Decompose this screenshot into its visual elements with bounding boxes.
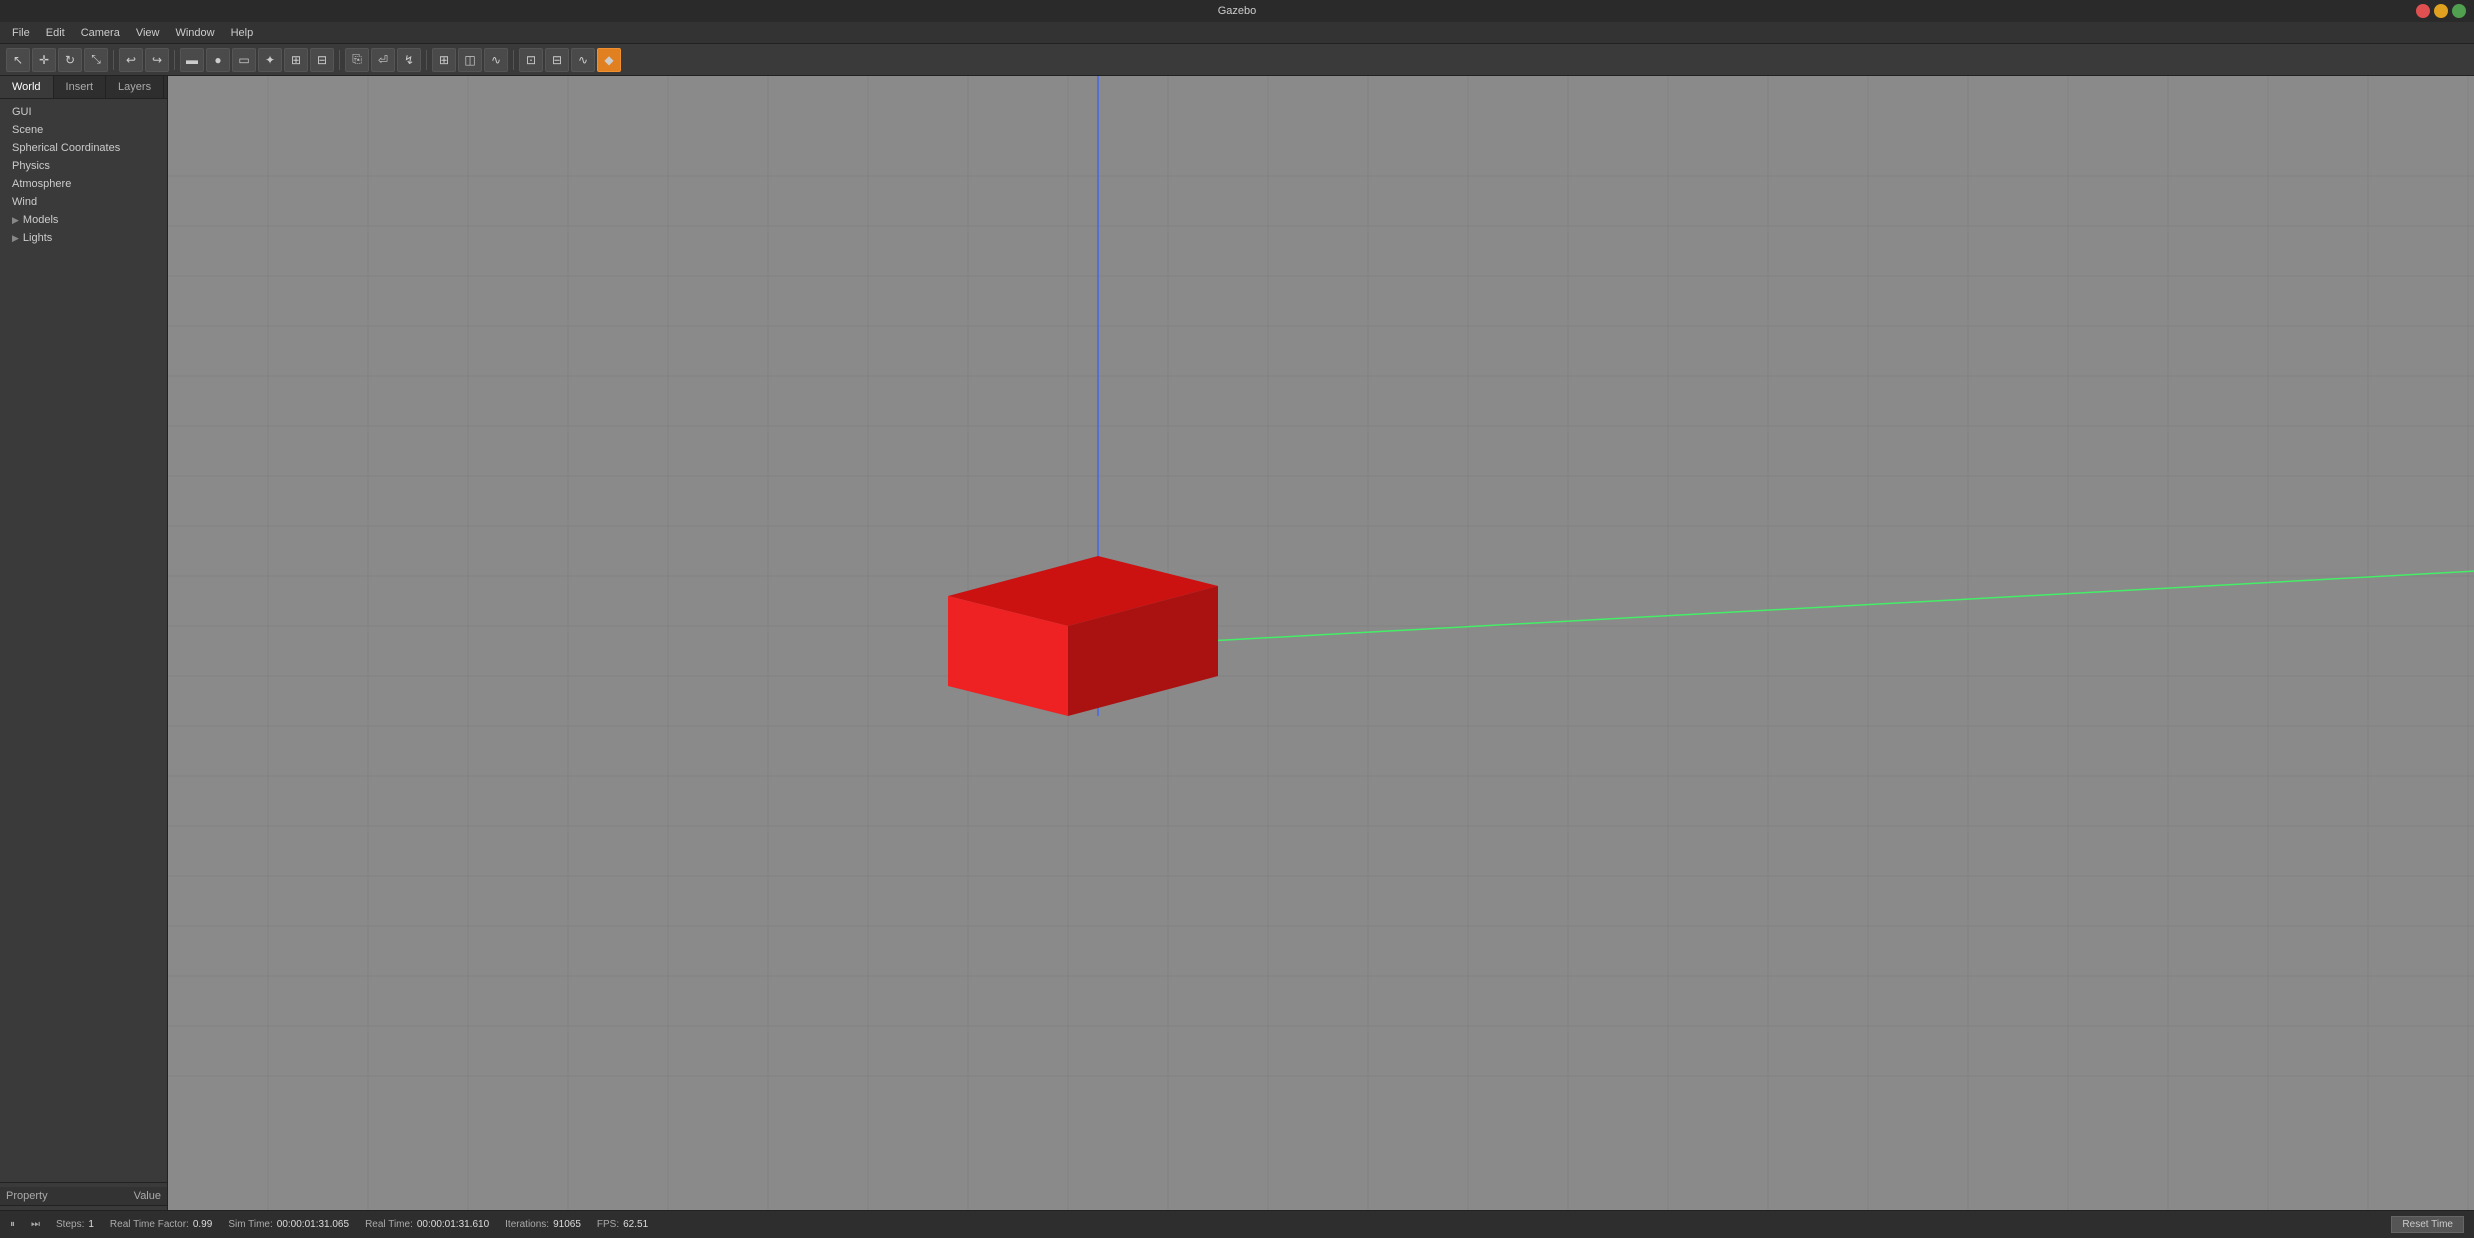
world-tree: GUI Scene Spherical Coordinates Physics … [0, 99, 167, 1182]
close-button[interactable] [2416, 4, 2430, 18]
gui-label: GUI [12, 106, 32, 118]
tree-item-scene[interactable]: Scene [0, 121, 167, 139]
fps-value: 62.51 [623, 1219, 648, 1230]
tree-item-models[interactable]: ▶ Models [0, 211, 167, 229]
models-arrow: ▶ [12, 215, 19, 226]
reset-time-button[interactable]: Reset Time [2391, 1216, 2464, 1233]
tab-insert[interactable]: Insert [54, 76, 107, 98]
sim-time-value: 00:00:01:31.065 [277, 1219, 349, 1230]
app-title: Gazebo [1218, 5, 1257, 17]
extra1-button[interactable]: ⊞ [284, 48, 308, 72]
sep5 [513, 50, 514, 70]
tree-item-atmosphere[interactable]: Atmosphere [0, 175, 167, 193]
real-time-label: Real Time: [365, 1219, 413, 1230]
menu-camera[interactable]: Camera [73, 25, 128, 41]
tree-item-physics[interactable]: Physics [0, 157, 167, 175]
step-icon: ⏭ [31, 1219, 40, 1230]
tab-world[interactable]: World [0, 76, 54, 98]
atmosphere-label: Atmosphere [12, 178, 71, 190]
content-area: World Insert Layers GUI Scene Spherical … [0, 76, 2474, 1210]
cam2-button[interactable]: ⊟ [545, 48, 569, 72]
spherical-label: Spherical Coordinates [12, 142, 120, 154]
cam1-button[interactable]: ⊡ [519, 48, 543, 72]
scale-tool-button[interactable]: ⤡ [84, 48, 108, 72]
tree-item-spherical[interactable]: Spherical Coordinates [0, 139, 167, 157]
stats-button[interactable]: ∿ [484, 48, 508, 72]
menu-file[interactable]: File [4, 25, 38, 41]
save-button[interactable]: ↯ [397, 48, 421, 72]
prop-col2: Value [134, 1190, 161, 1202]
tree-item-gui[interactable]: GUI [0, 103, 167, 121]
steps-display: Steps: 1 [56, 1219, 94, 1230]
iterations-display: Iterations: 91065 [505, 1219, 581, 1230]
minimize-button[interactable] [2434, 4, 2448, 18]
physics-label: Physics [12, 160, 50, 172]
maximize-button[interactable] [2452, 4, 2466, 18]
title-bar: Gazebo [0, 0, 2474, 22]
menu-window[interactable]: Window [167, 25, 222, 41]
sep1 [113, 50, 114, 70]
menu-help[interactable]: Help [223, 25, 262, 41]
tree-item-lights[interactable]: ▶ Lights [0, 229, 167, 247]
tree-item-wind[interactable]: Wind [0, 193, 167, 211]
steps-label: Steps: [56, 1219, 84, 1230]
scene-label: Scene [12, 124, 43, 136]
toolbar: ↖ ✛ ↻ ⤡ ↩ ↪ ▬ ● ▭ ✦ ⊞ ⊟ ⎘ ⏎ ↯ ⊞ ◫ ∿ ⊡ ⊟ … [0, 44, 2474, 76]
menu-bar: File Edit Camera View Window Help [0, 22, 2474, 44]
real-time-value: 00:00:01:31.610 [417, 1219, 489, 1230]
sep4 [426, 50, 427, 70]
rotate-tool-button[interactable]: ↻ [58, 48, 82, 72]
viewport[interactable] [168, 76, 2474, 1210]
rtf-display: Real Time Factor: 0.99 [110, 1219, 212, 1230]
sim-time-label: Sim Time: [228, 1219, 272, 1230]
paste-button[interactable]: ⏎ [371, 48, 395, 72]
grid-svg [168, 76, 2474, 1210]
extra2-button[interactable]: ⊟ [310, 48, 334, 72]
undo-button[interactable]: ↩ [119, 48, 143, 72]
copy-button[interactable]: ⎘ [345, 48, 369, 72]
pause-icon: ⏸ [10, 1219, 15, 1230]
iter-value: 91065 [553, 1219, 581, 1230]
sep3 [339, 50, 340, 70]
properties-panel: Property Value [0, 1182, 167, 1210]
properties-header: Property Value [0, 1187, 167, 1206]
pause-btn[interactable]: ⏸ [10, 1219, 15, 1230]
iter-label: Iterations: [505, 1219, 549, 1230]
rtf-label: Real Time Factor: [110, 1219, 189, 1230]
sphere-insert-button[interactable]: ● [206, 48, 230, 72]
light-insert-button[interactable]: ✦ [258, 48, 282, 72]
box-insert-button[interactable]: ▬ [180, 48, 204, 72]
grid-button[interactable]: ⊞ [432, 48, 456, 72]
wind-label: Wind [12, 196, 37, 208]
cylinder-insert-button[interactable]: ▭ [232, 48, 256, 72]
lights-label: Lights [23, 232, 52, 244]
window-controls [2416, 4, 2466, 18]
lights-arrow: ▶ [12, 233, 19, 244]
view-button[interactable]: ◫ [458, 48, 482, 72]
translate-tool-button[interactable]: ✛ [32, 48, 56, 72]
models-label: Models [23, 214, 58, 226]
tab-layers[interactable]: Layers [106, 76, 164, 98]
left-sidebar: World Insert Layers GUI Scene Spherical … [0, 76, 168, 1210]
fps-label: FPS: [597, 1219, 619, 1230]
cam3-button[interactable]: ∿ [571, 48, 595, 72]
sim-time-display: Sim Time: 00:00:01:31.065 [228, 1219, 349, 1230]
step-btn[interactable]: ⏭ [31, 1219, 40, 1230]
sep2 [174, 50, 175, 70]
tabs-bar: World Insert Layers [0, 76, 167, 99]
menu-view[interactable]: View [128, 25, 168, 41]
select-tool-button[interactable]: ↖ [6, 48, 30, 72]
active-tool-button[interactable]: ◆ [597, 48, 621, 72]
redo-button[interactable]: ↪ [145, 48, 169, 72]
fps-display: FPS: 62.51 [597, 1219, 648, 1230]
real-time-display: Real Time: 00:00:01:31.610 [365, 1219, 489, 1230]
status-bar: ⏸ ⏭ Steps: 1 Real Time Factor: 0.99 Sim … [0, 1210, 2474, 1238]
steps-value: 1 [88, 1219, 94, 1230]
prop-col1: Property [6, 1190, 134, 1202]
menu-edit[interactable]: Edit [38, 25, 73, 41]
rtf-value: 0.99 [193, 1219, 212, 1230]
